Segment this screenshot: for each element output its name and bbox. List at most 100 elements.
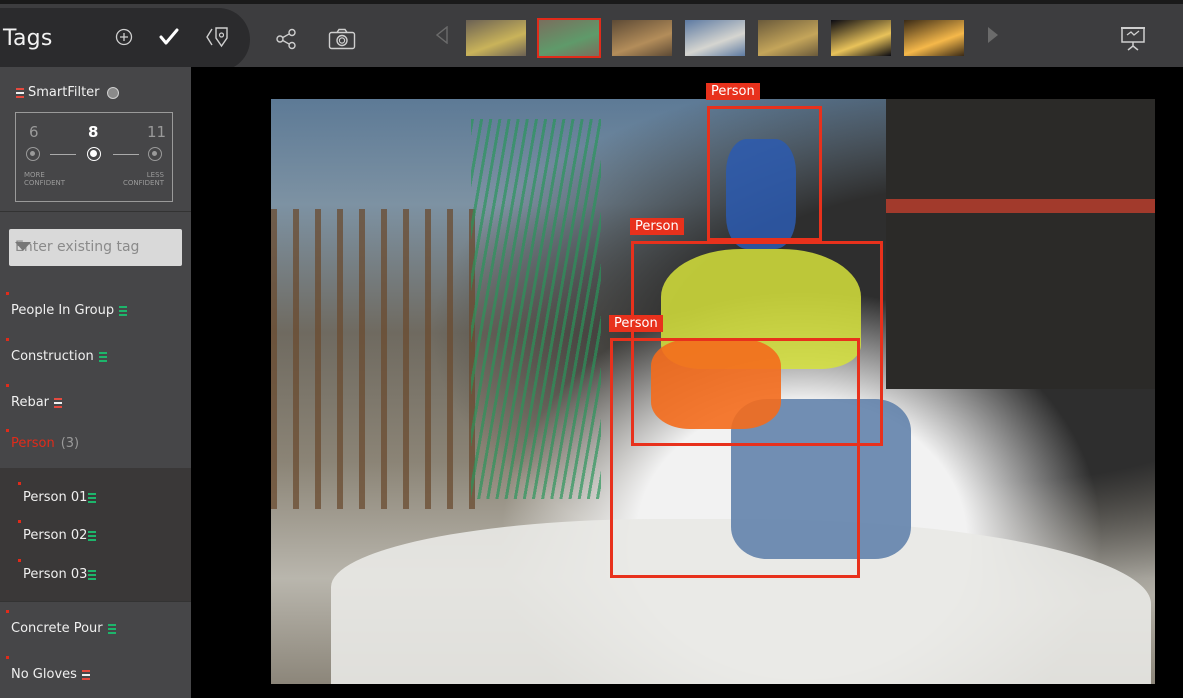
person-group-label: Person (3)	[11, 436, 79, 451]
tag-search-input[interactable]: Enter existing tag	[9, 229, 182, 266]
page-title: Tags	[3, 26, 53, 51]
tag-marker	[6, 610, 9, 613]
divider	[0, 211, 191, 212]
tag-marker	[6, 384, 9, 387]
confidence-high-icon	[119, 305, 128, 316]
thumbnail-image	[612, 20, 672, 56]
add-circle-icon[interactable]	[112, 25, 136, 49]
tag-label-row: Rebar	[11, 395, 63, 410]
tag-item-no-gloves[interactable]: No Gloves	[0, 656, 191, 694]
photo-truck-stripe	[886, 199, 1155, 213]
smartfilter-slider: 6 8 11 MORE CONFIDENT LESS CONFIDENT	[15, 112, 173, 202]
smartfilter-option-high[interactable]	[148, 147, 162, 161]
confidence-high-icon	[88, 569, 97, 580]
thumbnail-image	[539, 20, 599, 56]
image-viewer: Person Person Person	[191, 67, 1183, 698]
confidence-high-icon	[88, 530, 97, 541]
thumbnail-image	[758, 20, 818, 56]
app-root: Tags SmartFilter 6 8 11 MORE CONFIDENT L…	[0, 0, 1183, 698]
caption-line: CONFIDENT	[24, 179, 66, 187]
tag-item-concrete-pour[interactable]: Concrete Pour	[0, 610, 191, 648]
detection-label: Person	[706, 83, 760, 100]
tags-panel-header: Tags	[0, 8, 250, 71]
confidence-high-icon	[98, 351, 107, 362]
thumb-1[interactable]	[464, 18, 528, 58]
caption-line: MORE	[24, 171, 45, 179]
detection-label: Person	[609, 315, 663, 332]
tag-location-icon[interactable]	[204, 23, 232, 51]
tag-label: Construction	[11, 349, 94, 364]
tag-label: No Gloves	[11, 667, 77, 682]
smartfilter-caption-right: LESS CONFIDENT	[123, 171, 164, 187]
caption-line: CONFIDENT	[122, 179, 164, 187]
thumb-6[interactable]	[829, 18, 893, 58]
tag-label: Person 02	[23, 528, 88, 543]
caption-line: LESS	[146, 171, 164, 179]
tag-label-row: Person 02	[23, 528, 97, 543]
smartfilter-value-mid: 8	[88, 123, 99, 141]
photo-truck	[886, 99, 1155, 389]
thumbnail-strip	[464, 18, 966, 60]
tag-marker	[6, 338, 9, 341]
thumb-3[interactable]	[610, 18, 674, 58]
tag-marker	[6, 292, 9, 295]
photo-rebar	[471, 119, 601, 499]
share-icon[interactable]	[273, 26, 299, 52]
tag-label-row: Concrete Pour	[11, 621, 116, 636]
thumb-4[interactable]	[683, 18, 747, 58]
tag-marker	[6, 656, 9, 659]
tag-item-person-01[interactable]: Person 01	[0, 482, 191, 518]
thumbnail-image	[904, 20, 964, 56]
tag-label-row: Construction	[11, 349, 107, 364]
tag-label: Rebar	[11, 395, 50, 410]
tag-item-person-03[interactable]: Person 03	[0, 559, 191, 595]
tag-label: Concrete Pour	[11, 621, 103, 636]
tag-label-row: Person 01	[23, 490, 97, 505]
chevron-down-icon[interactable]	[15, 242, 31, 251]
thumb-2[interactable]	[537, 18, 601, 58]
confidence-low-icon	[81, 669, 90, 680]
smartfilter-track	[113, 154, 139, 155]
confidence-low-icon	[54, 397, 63, 408]
tag-item-people-in-group[interactable]: People In Group	[0, 292, 191, 330]
help-icon[interactable]	[106, 86, 119, 99]
thumb-5[interactable]	[756, 18, 820, 58]
presentation-icon[interactable]	[1118, 23, 1148, 53]
next-arrow-icon[interactable]	[984, 24, 1002, 46]
smartfilter-label: SmartFilter	[28, 85, 100, 100]
confidence-low-icon	[16, 87, 24, 98]
tag-label-row: No Gloves	[11, 667, 90, 682]
smartfilter-option-mid[interactable]	[87, 147, 101, 161]
tag-label-row: People In Group	[11, 303, 128, 318]
confidence-high-icon	[107, 623, 116, 634]
tag-item-construction[interactable]: Construction	[0, 338, 191, 376]
tag-item-person-02[interactable]: Person 02	[0, 520, 191, 556]
top-toolbar: Tags	[0, 0, 1183, 71]
tag-marker	[18, 482, 21, 485]
confidence-high-icon	[88, 492, 97, 503]
detection-label: Person	[630, 218, 684, 235]
tag-label-row: Person 03	[23, 567, 97, 582]
tags-sidebar: SmartFilter 6 8 11 MORE CONFIDENT LESS C…	[0, 67, 191, 698]
tag-label: People In Group	[11, 303, 115, 318]
tag-input-placeholder: Enter existing tag	[15, 239, 140, 255]
tag-item-rebar[interactable]: Rebar	[0, 384, 191, 422]
check-icon[interactable]	[156, 24, 182, 50]
thumb-7[interactable]	[902, 18, 966, 58]
tag-label: Person	[11, 436, 55, 451]
smartfilter-option-low[interactable]	[26, 147, 40, 161]
thumbnail-image	[466, 20, 526, 56]
detection-box-person-01[interactable]	[707, 106, 822, 241]
smartfilter-value-high: 11	[147, 123, 167, 141]
prev-arrow-icon[interactable]	[433, 24, 451, 46]
tag-label: Person 01	[23, 490, 88, 505]
divider	[0, 601, 191, 602]
camera-icon[interactable]	[327, 26, 357, 52]
detection-box-person-03[interactable]	[610, 338, 860, 578]
smartfilter-caption-left: MORE CONFIDENT	[24, 171, 65, 187]
tag-item-person[interactable]: Person (3)	[0, 422, 191, 468]
thumbnail-image	[685, 20, 745, 56]
person-count: (3)	[60, 436, 80, 451]
smartfilter-value-low: 6	[29, 123, 39, 141]
tag-marker	[18, 520, 21, 523]
